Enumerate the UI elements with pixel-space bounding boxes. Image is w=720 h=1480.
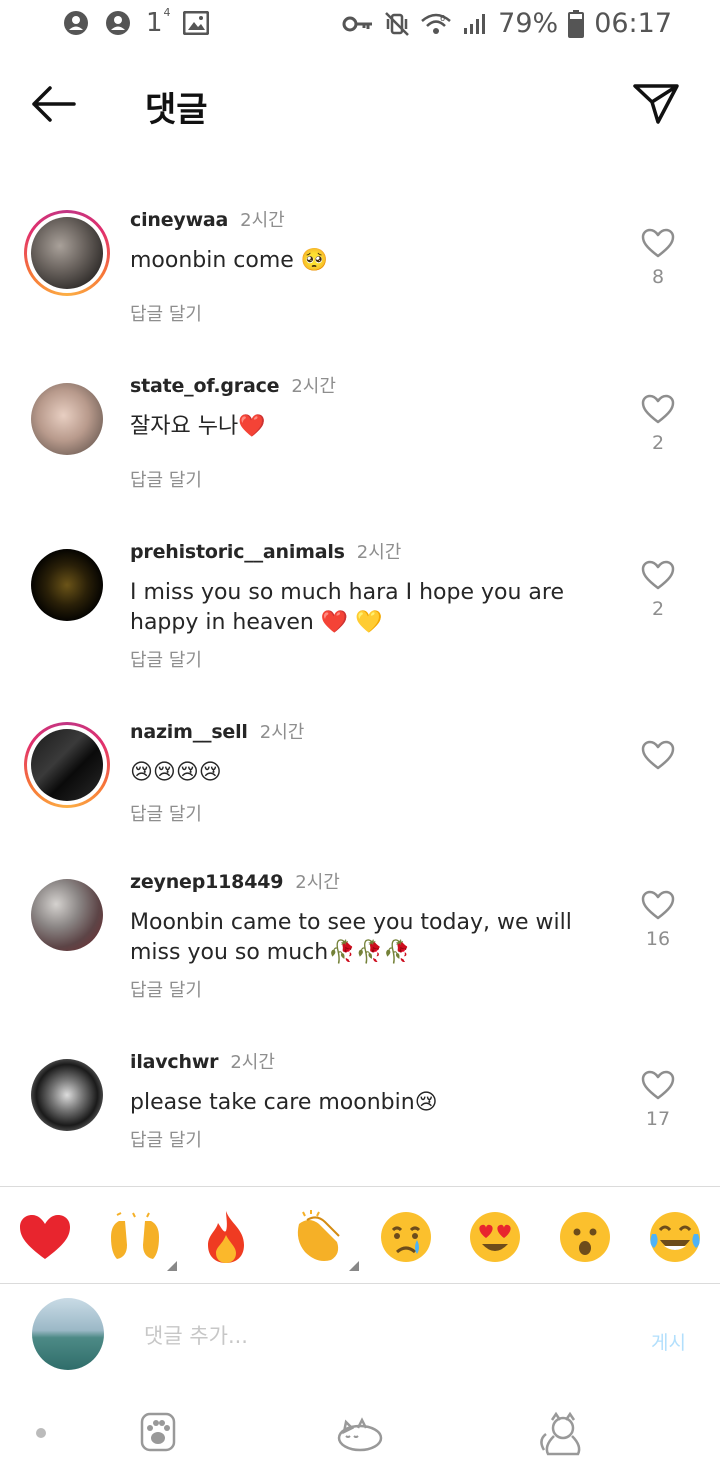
heart-outline-icon bbox=[641, 228, 675, 258]
avatar[interactable] bbox=[24, 542, 110, 628]
like-count: 2 bbox=[651, 432, 665, 454]
emoji-tears-of-joy-button[interactable] bbox=[647, 1209, 703, 1265]
heart-outline-icon bbox=[641, 560, 675, 590]
paper-plane-icon bbox=[633, 84, 679, 124]
reply-button[interactable]: 답글 달기 bbox=[130, 646, 620, 672]
avatar[interactable] bbox=[24, 1052, 110, 1138]
my-avatar bbox=[32, 1298, 104, 1370]
battery-icon bbox=[568, 9, 585, 38]
emoji-fire-button[interactable] bbox=[198, 1209, 254, 1265]
comment-text: 잘자요 누나❤️ bbox=[130, 414, 266, 439]
comment-text: moonbin come 🥺 bbox=[130, 248, 329, 273]
heart-outline-icon bbox=[641, 740, 675, 770]
like-button[interactable]: 2 bbox=[638, 394, 678, 454]
like-count: 16 bbox=[645, 928, 671, 950]
paw-icon bbox=[140, 1412, 176, 1452]
comment-username[interactable]: cineywaa bbox=[130, 209, 228, 231]
sleeping-cat-icon bbox=[337, 1417, 383, 1452]
reply-button[interactable]: 답글 달기 bbox=[130, 800, 620, 826]
account-circle-icon bbox=[104, 9, 132, 37]
comment-text: I miss you so much hara I hope you are h… bbox=[130, 580, 564, 635]
comment-username[interactable]: prehistoric__animals bbox=[130, 541, 345, 563]
share-button[interactable] bbox=[632, 80, 682, 130]
clock: 06:17 bbox=[594, 8, 672, 39]
emoji-quick-bar bbox=[0, 1186, 720, 1284]
emoji-surprised-face-button[interactable] bbox=[557, 1209, 613, 1265]
emoji-crying-face-button[interactable] bbox=[378, 1209, 434, 1265]
back-nav-button[interactable] bbox=[538, 1410, 586, 1458]
like-button[interactable] bbox=[638, 740, 678, 778]
like-button[interactable]: 16 bbox=[638, 890, 678, 950]
comment-composer: 게시 bbox=[0, 1284, 720, 1394]
comment-time: 2시간 bbox=[240, 210, 285, 231]
comment-text: Moonbin came to see you today, we will m… bbox=[130, 910, 572, 965]
avatar[interactable] bbox=[24, 376, 110, 462]
comment-username[interactable]: state_of.grace bbox=[130, 375, 280, 397]
avatar[interactable] bbox=[24, 210, 110, 296]
notification-sup: 4 bbox=[163, 6, 171, 19]
heart-outline-icon bbox=[641, 1070, 675, 1100]
like-button[interactable]: 17 bbox=[638, 1070, 678, 1130]
comment-username[interactable]: ilavchwr bbox=[130, 1051, 219, 1073]
avatar[interactable] bbox=[24, 872, 110, 958]
emoji-raising-hands-button[interactable] bbox=[107, 1209, 177, 1271]
vibrate-mute-icon bbox=[384, 11, 410, 37]
heart-outline-icon bbox=[641, 394, 675, 424]
comment-time: 2시간 bbox=[259, 722, 305, 743]
like-button[interactable]: 2 bbox=[638, 560, 678, 620]
status-bar-left: 14 bbox=[62, 6, 209, 38]
comment-time: 2시간 bbox=[356, 542, 402, 563]
signal-icon bbox=[462, 12, 488, 36]
comment-username[interactable]: zeynep118449 bbox=[130, 871, 283, 893]
reply-button[interactable]: 답글 달기 bbox=[130, 1126, 620, 1152]
cat-icon bbox=[540, 1411, 581, 1456]
post-button[interactable]: 게시 bbox=[651, 1328, 686, 1355]
svg-text:6: 6 bbox=[440, 14, 445, 23]
header: 댓글 bbox=[0, 60, 720, 150]
nav-dot-indicator bbox=[36, 1428, 46, 1438]
home-button[interactable] bbox=[336, 1410, 384, 1458]
notification-count-icon: 14 bbox=[146, 6, 171, 38]
vpn-key-icon bbox=[342, 14, 374, 34]
heart-outline-icon bbox=[641, 890, 675, 920]
comment-username[interactable]: nazim__sell bbox=[130, 721, 248, 743]
like-count: 2 bbox=[651, 598, 665, 620]
comment-time: 2시간 bbox=[230, 1052, 275, 1073]
like-count: 8 bbox=[651, 266, 665, 288]
notification-count: 1 bbox=[146, 8, 163, 38]
back-arrow-icon bbox=[32, 86, 76, 122]
comment-time: 2시간 bbox=[295, 872, 340, 893]
recent-apps-button[interactable] bbox=[136, 1410, 184, 1458]
wifi-icon: 6 bbox=[420, 11, 452, 37]
battery-percent: 79% bbox=[498, 8, 559, 39]
emoji-clapping-hands-button[interactable] bbox=[289, 1209, 359, 1271]
reply-button[interactable]: 답글 달기 bbox=[130, 466, 620, 492]
like-button[interactable]: 8 bbox=[638, 228, 678, 288]
back-button[interactable] bbox=[28, 84, 84, 128]
comment-time: 2시간 bbox=[291, 376, 336, 397]
reply-button[interactable]: 답글 달기 bbox=[130, 976, 620, 1002]
emoji-heart-button[interactable] bbox=[17, 1209, 73, 1265]
page-title: 댓글 bbox=[145, 90, 208, 130]
navigation-bar bbox=[0, 1394, 720, 1480]
gallery-icon bbox=[182, 11, 209, 35]
status-bar: 14 6 79% 06:17 bbox=[0, 0, 720, 50]
account-circle-icon bbox=[62, 9, 90, 37]
like-count: 17 bbox=[645, 1108, 671, 1130]
comment-input[interactable] bbox=[130, 1314, 610, 1358]
status-bar-right: 6 79% 06:17 bbox=[342, 8, 672, 39]
emoji-heart-eyes-button[interactable] bbox=[467, 1209, 523, 1265]
comment-text: 😢😢😢😢 bbox=[130, 760, 222, 785]
reply-button[interactable]: 답글 달기 bbox=[130, 300, 620, 326]
comment-text: please take care moonbin😢 bbox=[130, 1090, 438, 1115]
avatar[interactable] bbox=[24, 722, 110, 808]
